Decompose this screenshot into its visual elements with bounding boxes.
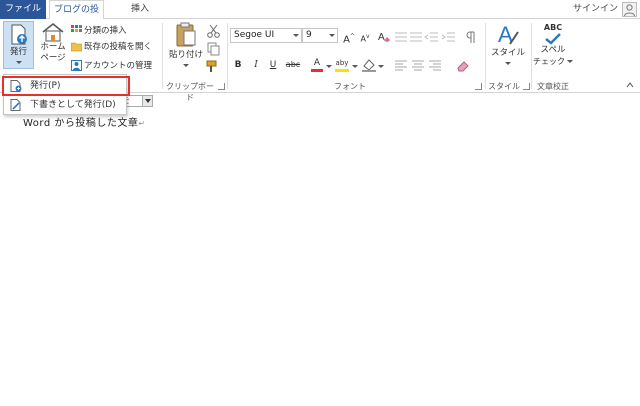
styles-group-label: スタイル — [488, 82, 520, 91]
font-name-select[interactable]: Segoe UI — [230, 28, 302, 43]
manage-accounts-label: アカウントの管理 — [84, 61, 153, 71]
spell-label-line2: チェック — [533, 56, 573, 67]
chevron-down-icon[interactable] — [326, 65, 332, 68]
clear-format-svg: A — [378, 32, 390, 43]
spell-check-icon-text: ABC — [543, 23, 563, 32]
highlight-button[interactable]: aby — [333, 57, 351, 73]
font-size-value: 9 — [306, 30, 312, 40]
chevron-down-icon — [293, 34, 299, 37]
underline-button[interactable]: U — [265, 57, 281, 73]
paste-button[interactable]: 貼り付け — [167, 22, 205, 67]
document-text: Word から投稿した文章 — [23, 118, 139, 129]
tab-insert[interactable]: 挿入 — [118, 0, 162, 19]
user-avatar-icon[interactable] — [622, 2, 637, 17]
bold-button[interactable]: B — [230, 57, 246, 73]
proofing-group-label: 文章校正 — [537, 82, 569, 91]
highlight-annotation-box — [2, 76, 130, 96]
align-right-icon[interactable] — [427, 59, 443, 73]
align-center-icon[interactable] — [410, 59, 426, 73]
open-existing-button[interactable]: 既存の投稿を開く — [71, 41, 152, 54]
paragraph-mark-icon: ↵ — [138, 119, 146, 128]
chevron-down-icon[interactable] — [142, 96, 152, 106]
open-existing-label: 既存の投稿を開く — [84, 42, 153, 52]
styles-button[interactable]: A スタイル — [489, 22, 527, 65]
strikethrough-button[interactable]: abc — [283, 57, 303, 73]
menu-item-publish-draft-label: 下書きとして発行(D) — [30, 100, 116, 110]
chevron-down-icon — [183, 64, 189, 67]
group-separator — [227, 23, 228, 89]
ribbon-tab-bar: ファイル ブログの投稿 挿入 サインイン — [0, 0, 640, 34]
spell-label-line2-text: チェック — [533, 57, 565, 66]
font-color-letter: A — [313, 58, 321, 68]
svg-text:A: A — [378, 32, 385, 43]
align-left-icon[interactable] — [393, 59, 409, 73]
chevron-down-icon — [15, 61, 22, 64]
copy-icon[interactable] — [206, 42, 222, 56]
font-name-value: Segoe UI — [234, 30, 275, 40]
menu-item-publish-draft[interactable]: 下書きとして発行(D) — [4, 96, 126, 114]
clipboard-group-label: クリップボード — [166, 82, 214, 102]
home-page-button[interactable]: ホーム ページ — [38, 22, 68, 64]
increase-indent-icon[interactable] — [441, 30, 457, 44]
clipboard-launcher-icon[interactable] — [218, 83, 225, 90]
chevron-down-icon[interactable] — [378, 65, 384, 68]
font-group-label: フォント — [334, 82, 366, 91]
chevron-down-icon — [505, 62, 511, 65]
account-icon — [71, 60, 82, 71]
spell-label-line1: スペル — [540, 45, 566, 55]
bullets-icon[interactable] — [393, 30, 409, 44]
styles-icon: A — [498, 22, 519, 47]
collapse-ribbon-icon[interactable] — [626, 81, 634, 89]
grow-font-icon[interactable]: A^ — [341, 29, 357, 45]
decrease-indent-icon[interactable] — [424, 30, 440, 44]
group-separator — [531, 23, 532, 89]
insert-category-label: 分類の挿入 — [84, 26, 127, 36]
publish-icon — [11, 24, 27, 45]
styles-label: スタイル — [490, 48, 525, 58]
font-launcher-icon[interactable] — [475, 83, 482, 90]
tab-file[interactable]: ファイル — [0, 0, 46, 19]
italic-button[interactable]: I — [248, 57, 264, 73]
publish-label: 発行 — [9, 47, 27, 57]
insert-category-button[interactable]: 分類の挿入 — [71, 25, 127, 38]
show-hide-icon[interactable] — [462, 30, 478, 44]
home-label-line2: ページ — [40, 53, 66, 63]
cut-icon[interactable] — [206, 24, 222, 38]
chevron-down-icon[interactable] — [352, 65, 358, 68]
shading-icon[interactable] — [361, 58, 377, 72]
paste-icon — [176, 22, 196, 47]
paste-label: 貼り付け — [168, 50, 203, 60]
font-color-button[interactable]: A — [309, 57, 325, 73]
draft-doc-icon — [10, 99, 21, 111]
folder-icon — [71, 42, 82, 52]
font-size-select[interactable]: 9 — [302, 28, 338, 43]
styles-launcher-icon[interactable] — [523, 83, 530, 90]
group-separator — [162, 23, 163, 89]
signin-link[interactable]: サインイン — [573, 0, 618, 19]
publish-button[interactable]: 発行 — [3, 21, 34, 69]
chevron-down-icon — [329, 34, 335, 37]
shrink-font-icon[interactable]: Av — [357, 29, 373, 45]
numbering-icon[interactable] — [408, 30, 424, 44]
home-label-line1: ホーム — [40, 42, 66, 52]
format-painter-icon[interactable] — [206, 59, 222, 73]
document-body-text[interactable]: Word から投稿した文章↵ — [23, 114, 146, 129]
checkmark-icon — [545, 33, 561, 45]
category-icon — [71, 25, 82, 32]
group-separator — [485, 23, 486, 89]
font-color-swatch — [311, 69, 323, 72]
tab-blog-post[interactable]: ブログの投稿 — [49, 0, 104, 34]
eraser-icon[interactable] — [455, 59, 471, 73]
chevron-down-icon — [567, 60, 573, 63]
highlight-swatch — [335, 69, 349, 72]
spell-check-button[interactable]: ABC スペル チェック — [533, 22, 573, 67]
manage-accounts-button[interactable]: アカウントの管理 — [71, 60, 152, 73]
home-icon — [42, 23, 64, 42]
clear-format-icon[interactable]: A — [376, 29, 392, 45]
highlight-text: aby — [335, 59, 349, 67]
